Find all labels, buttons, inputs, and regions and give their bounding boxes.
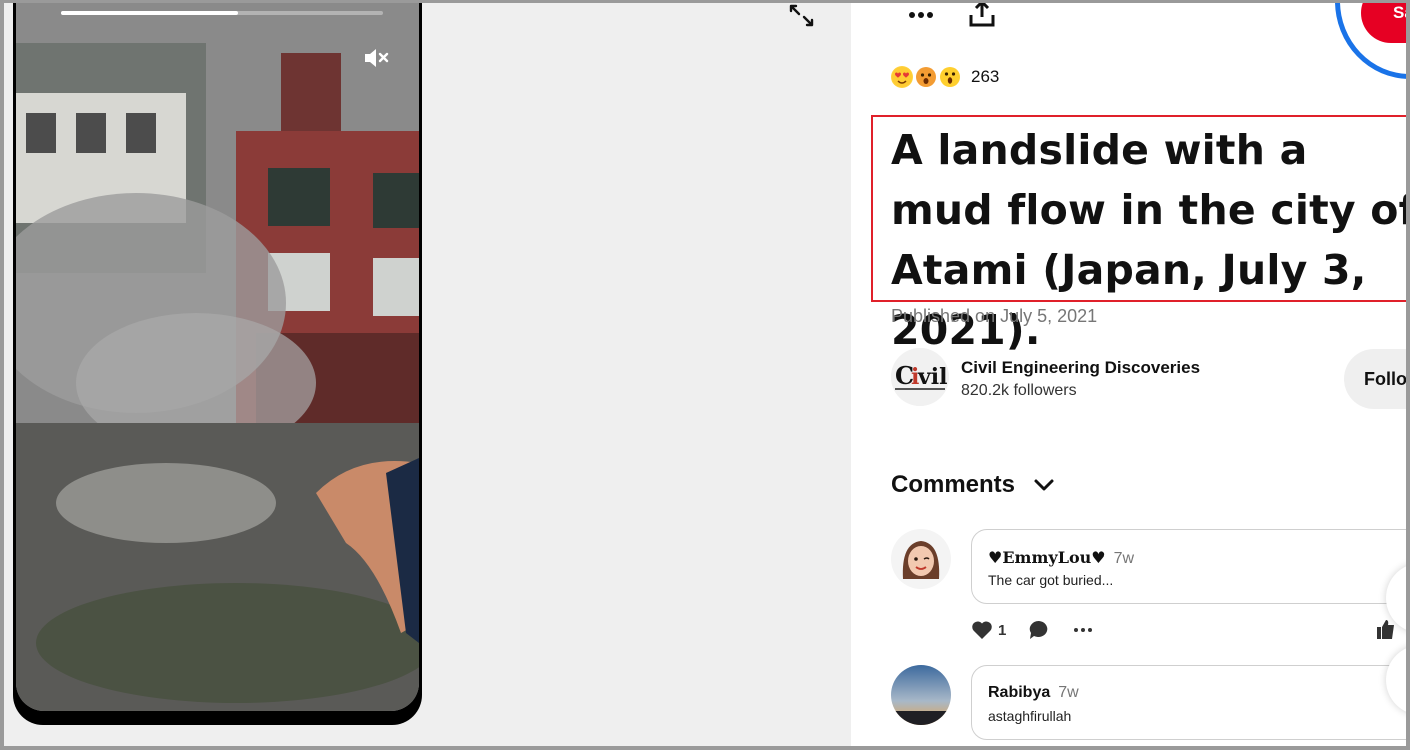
comment-avatar[interactable]: [891, 529, 951, 589]
surprised-emoji: [915, 66, 937, 88]
creator-avatar[interactable]: C i vil: [891, 348, 949, 406]
volume-mute-icon[interactable]: [361, 43, 391, 73]
heart-icon: [972, 621, 992, 639]
video-frame: [16, 3, 419, 711]
reaction-count: 263: [971, 67, 1000, 86]
comment-author[interactable]: Rabibya: [988, 684, 1050, 701]
reply-icon[interactable]: [1028, 619, 1050, 641]
reactions-bar[interactable]: 263: [891, 65, 999, 89]
comments-heading: Comments: [891, 471, 1016, 498]
published-date: Published on July 5, 2021: [891, 306, 1098, 326]
comment-text: The car got buried...: [988, 572, 1114, 588]
follow-button-label: Follo: [1364, 369, 1407, 389]
pin-details-panel: Sav 263 A landslide with a mud flow in t…: [851, 3, 1407, 746]
video-scene: [16, 3, 419, 711]
creator-name[interactable]: Civil Engineering Discoveries: [961, 358, 1200, 378]
app-frame: Sav 263 A landslide with a mud flow in t…: [0, 0, 1410, 750]
comment-text: astaghfirullah: [988, 708, 1072, 724]
media-area: [4, 3, 847, 746]
share-upload-icon[interactable]: [967, 3, 997, 29]
comment-bubble: ♥EmmyLou♥ 7w The car got buried...: [971, 529, 1406, 604]
comment-author-row: Rabibya 7w: [988, 684, 1079, 702]
wow-emoji: [939, 66, 961, 88]
comment-avatar[interactable]: [891, 665, 951, 725]
chevron-down-icon[interactable]: [1033, 474, 1055, 496]
comment-author[interactable]: ♥EmmyLou♥: [988, 548, 1106, 567]
creator-followers: 820.2k followers: [961, 382, 1077, 399]
heart-eyes-emoji: [891, 66, 913, 88]
expand-arrows-icon[interactable]: [788, 3, 816, 29]
video-player[interactable]: [13, 3, 422, 725]
video-progress-fill: [61, 11, 239, 15]
video-progress[interactable]: [61, 11, 383, 15]
comment-actions: 1: [971, 618, 1116, 642]
comments-header[interactable]: Comments: [891, 471, 1055, 499]
comment-author-row: ♥EmmyLou♥ 7w: [988, 548, 1134, 568]
svg-text:vil: vil: [917, 364, 948, 390]
like-button[interactable]: 1: [971, 620, 1006, 640]
comment-age: 7w: [1113, 550, 1135, 567]
more-options-icon[interactable]: [1072, 619, 1094, 641]
save-button-label: Sav: [1393, 3, 1406, 22]
comment-bubble: Rabibya 7w astaghfirullah: [971, 665, 1406, 740]
comment-age: 7w: [1058, 684, 1079, 701]
like-count: 1: [998, 621, 1007, 639]
more-options-icon[interactable]: [906, 3, 936, 29]
thumbs-up-icon[interactable]: [1375, 618, 1395, 645]
follow-button[interactable]: Follo: [1344, 349, 1407, 409]
